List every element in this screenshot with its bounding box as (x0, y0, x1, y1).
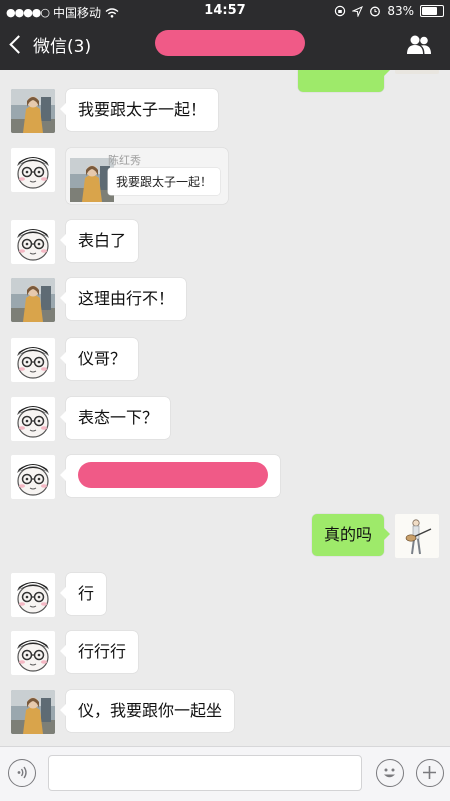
avatar[interactable] (11, 573, 55, 617)
redacted-chat-title (155, 30, 305, 56)
location-icon (352, 5, 364, 17)
quoted-sender-name: 陈红秀 (108, 154, 141, 167)
message-bubble-cut (298, 70, 390, 92)
quoted-avatar (70, 158, 114, 202)
avatar[interactable] (11, 690, 55, 734)
message-bubble[interactable]: 仪，我要跟你一起坐 (59, 690, 235, 732)
nav-bar: 微信(3) (0, 22, 450, 70)
back-label: 微信(3) (33, 37, 92, 57)
avatar[interactable] (11, 338, 55, 382)
message-bubble[interactable]: 仪哥？ (59, 338, 139, 380)
avatar[interactable] (11, 220, 55, 264)
message-bubble[interactable]: 我要跟太子一起！ (59, 89, 219, 131)
message-bubble[interactable]: 表态一下？ (59, 397, 171, 439)
voice-icon[interactable] (8, 759, 36, 787)
avatar[interactable] (395, 514, 439, 558)
emoji-icon[interactable] (376, 759, 404, 787)
alarm-icon (370, 6, 381, 17)
message-bubble-redacted[interactable] (60, 455, 280, 497)
quoted-text: 我要跟太子一起！ (108, 168, 221, 195)
group-members-icon[interactable] (406, 34, 432, 56)
quoted-message-card[interactable]: 陈红秀 我要跟太子一起！ (66, 148, 228, 204)
message-bubble[interactable]: 表白了 (59, 220, 139, 262)
message-bubble[interactable]: 这理由行不！ (59, 278, 187, 320)
avatar[interactable] (11, 278, 55, 322)
message-bubble[interactable]: 行行行 (59, 631, 139, 673)
message-input[interactable] (48, 755, 362, 791)
message-bubble[interactable]: 行 (59, 573, 107, 615)
input-bar (0, 746, 450, 801)
redaction-bar (78, 462, 268, 488)
plus-icon[interactable] (416, 759, 444, 787)
battery-percent: 83% (387, 4, 414, 18)
avatar[interactable] (11, 631, 55, 675)
avatar[interactable] (11, 148, 55, 192)
avatar (395, 70, 439, 74)
status-bar: ●●●●○ 中国移动 14:57 83% (0, 0, 450, 22)
chevron-left-icon (9, 35, 28, 54)
back-button[interactable]: 微信(3) (9, 32, 92, 57)
avatar[interactable] (11, 89, 55, 133)
avatar[interactable] (11, 397, 55, 441)
battery-icon (420, 5, 444, 17)
message-bubble[interactable]: 真的吗 (311, 514, 391, 556)
orientation-lock-icon (335, 5, 346, 17)
avatar[interactable] (11, 455, 55, 499)
message-list[interactable]: 我要跟太子一起！ 陈红秀 我要跟太子一起！ 表白了 这理由行不！ 仪哥？ 表态一… (0, 70, 450, 746)
